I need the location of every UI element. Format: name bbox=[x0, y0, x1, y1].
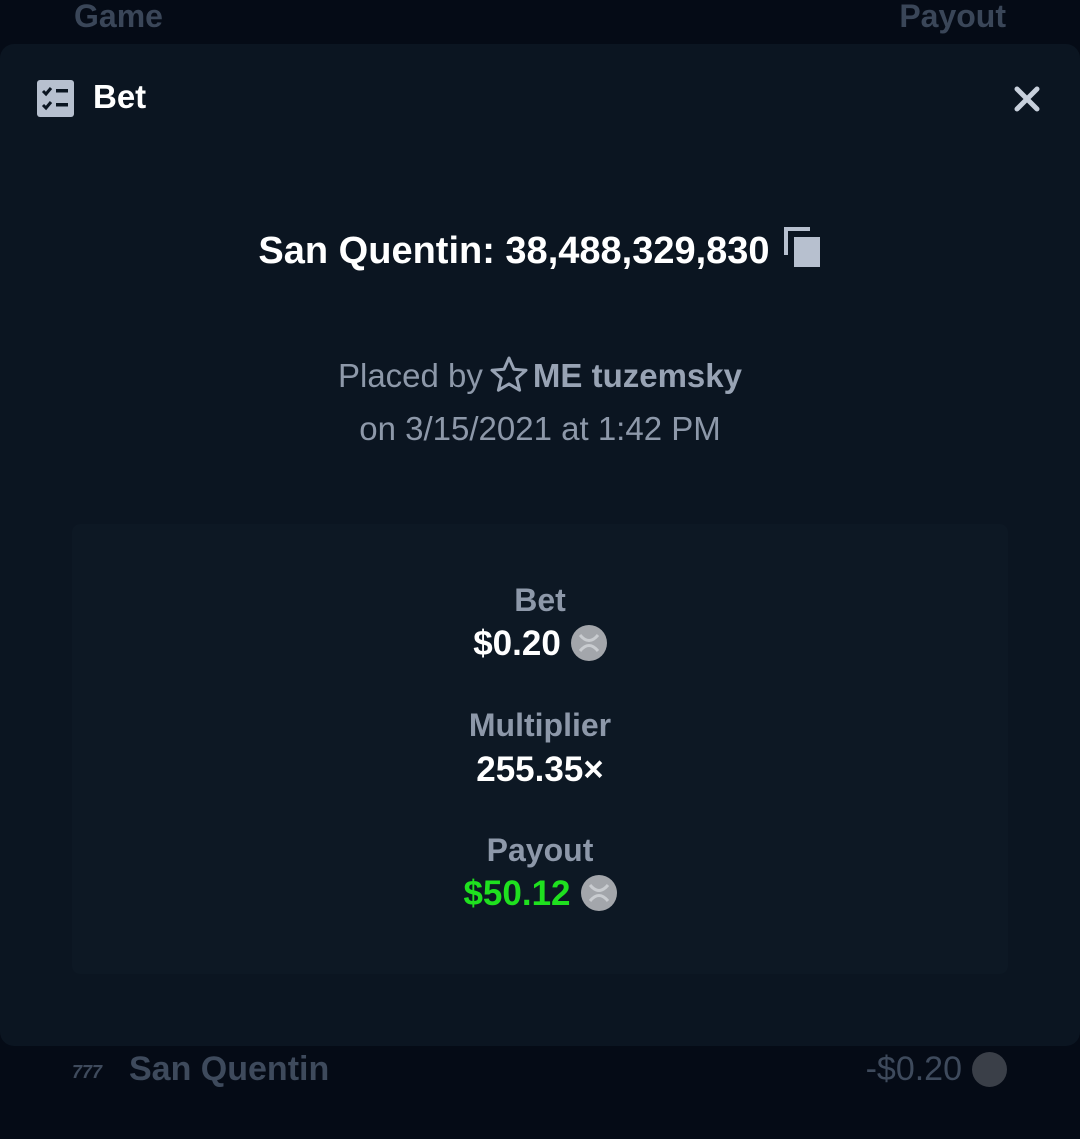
row-game-name: San Quentin bbox=[129, 1050, 330, 1088]
bet-value: $0.20 bbox=[473, 624, 561, 663]
column-header-payout: Payout bbox=[899, 0, 1006, 34]
xrp-coin-icon bbox=[580, 875, 617, 911]
star-icon bbox=[490, 356, 528, 392]
payout-amount: $50.12 bbox=[72, 874, 1008, 914]
multiplier-label: Multiplier bbox=[468, 707, 612, 743]
multiplier-value: 255.35× bbox=[476, 750, 604, 789]
close-icon[interactable] bbox=[1008, 80, 1046, 118]
bet-amount: $0.20 bbox=[72, 624, 1008, 664]
bet-stats-card: Bet $0.20 Multiplier 255.35× Payout $50.… bbox=[72, 524, 1008, 974]
payout-value: $50.12 bbox=[463, 874, 571, 913]
background-table-row: 777 San Quentin -$0.20 bbox=[0, 1046, 1080, 1139]
game-logo-icon: 777 bbox=[72, 1062, 103, 1082]
xrp-coin-icon bbox=[570, 625, 607, 661]
bet-details-modal: Bet San Quentin: 38,488,329,830 Placed b… bbox=[0, 44, 1080, 1046]
game-id-heading: San Quentin: 38,488,329,830 bbox=[0, 227, 1080, 273]
placed-by-prefix: Placed by bbox=[337, 357, 483, 394]
placed-by-line: Placed by ME tuzemsky bbox=[0, 355, 1080, 395]
placed-date: on 3/15/2021 at 1:42 PM bbox=[359, 410, 721, 447]
row-payout: -$0.20 bbox=[865, 1050, 962, 1088]
copy-icon[interactable] bbox=[783, 227, 822, 267]
bet-label: Bet bbox=[514, 582, 566, 618]
bet-slip-icon bbox=[37, 80, 74, 117]
modal-header: Bet bbox=[0, 44, 1080, 154]
modal-title: Bet bbox=[93, 78, 147, 115]
username-link[interactable]: ME tuzemsky bbox=[533, 357, 742, 394]
xrp-coin-icon bbox=[972, 1052, 1007, 1087]
payout-label: Payout bbox=[486, 832, 594, 868]
background-table-header: Game Payout bbox=[0, 0, 1080, 44]
game-id-text: San Quentin: 38,488,329,830 bbox=[258, 230, 770, 272]
svg-text:777: 777 bbox=[72, 1062, 103, 1082]
column-header-game: Game bbox=[74, 0, 163, 34]
